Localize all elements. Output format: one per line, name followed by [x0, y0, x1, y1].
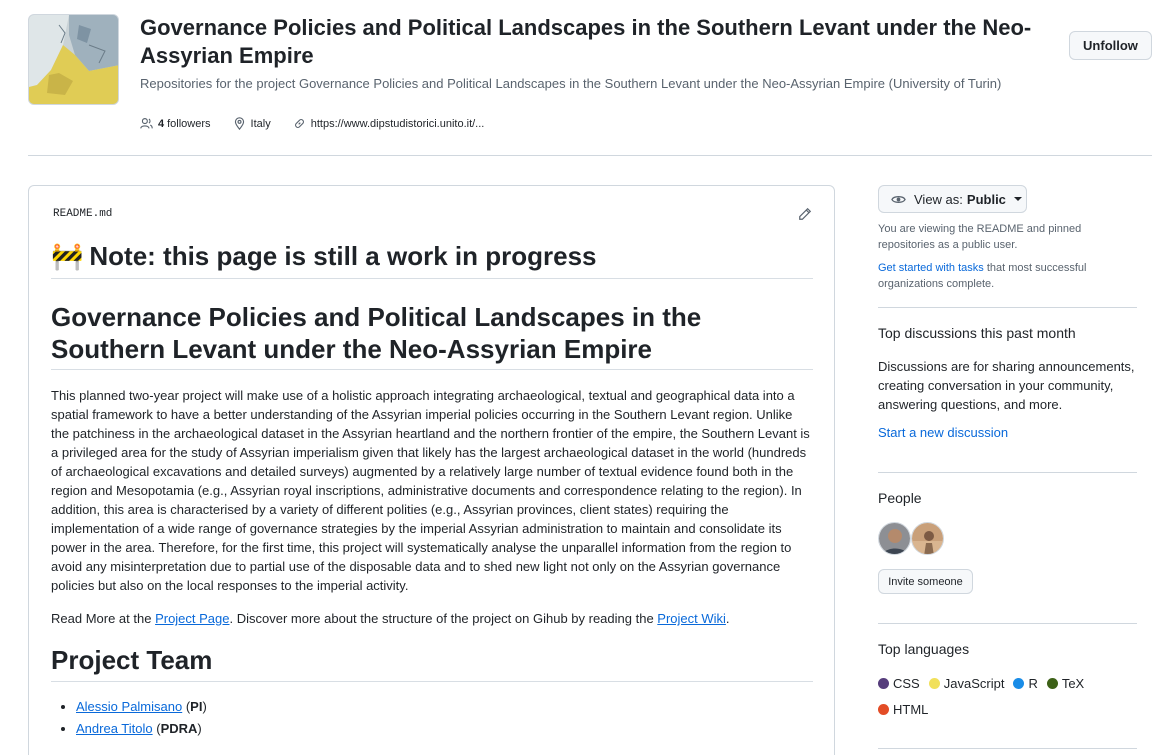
- view-as-value: Public: [966, 191, 1006, 207]
- sidebar-divider: [878, 748, 1137, 749]
- discussions-text: Discussions are for sharing announcement…: [878, 359, 1135, 412]
- chevron-down-icon: [1013, 197, 1022, 201]
- eye-icon: [891, 195, 906, 203]
- language-name: JavaScript: [943, 675, 1005, 691]
- pencil-icon[interactable]: [798, 207, 812, 221]
- language-dot-icon: [1046, 677, 1058, 689]
- followers-count: 4: [158, 117, 165, 130]
- team-member-role: PI: [190, 699, 203, 714]
- construction-icon: 🚧: [51, 241, 84, 271]
- main-heading: Governance Policies and Political Landsc…: [51, 301, 813, 370]
- read-more-suffix: .: [725, 611, 730, 626]
- tasks-note: Get started with tasks that most success…: [878, 260, 1128, 292]
- location-text: Italy: [250, 117, 271, 130]
- project-description: This planned two-year project will make …: [51, 388, 810, 593]
- avatar[interactable]: [911, 522, 944, 555]
- followers-link[interactable]: 4 followers: [140, 117, 211, 130]
- view-note: You are viewing the README and pinned re…: [878, 223, 1082, 251]
- list-item: Andrea Titolo (PDRA): [76, 718, 813, 740]
- languages-heading: Top languages: [878, 641, 970, 657]
- language-name: R: [1028, 675, 1038, 691]
- avatar[interactable]: [878, 522, 911, 555]
- website-link[interactable]: https://www.dipstudistorici.unito.it/...: [293, 117, 485, 130]
- discussions-heading: Top discussions this past month: [878, 325, 1076, 341]
- list-item: Alessio Palmisano (PI): [76, 696, 813, 718]
- unfollow-button[interactable]: Unfollow: [1069, 31, 1152, 60]
- language-dot-icon: [1013, 677, 1025, 689]
- team-list: Alessio Palmisano (PI) Andrea Titolo (PD…: [51, 696, 813, 740]
- read-more-middle: . Discover more about the structure of t…: [229, 611, 658, 626]
- language-item[interactable]: CSS: [878, 674, 920, 692]
- note-heading: 🚧 Note: this page is still a work in pro…: [51, 240, 813, 279]
- team-member-role: PDRA: [160, 721, 198, 736]
- location-icon: [234, 117, 244, 130]
- link-icon: [294, 119, 304, 128]
- people-icon: [140, 118, 153, 129]
- map-image: [29, 15, 118, 104]
- language-dot-icon: [928, 677, 940, 689]
- project-page-link[interactable]: Project Page: [155, 611, 229, 626]
- location: Italy: [233, 117, 271, 130]
- org-description: Repositories for the project Governance …: [140, 76, 1002, 91]
- sidebar-divider: [878, 623, 1137, 624]
- org-title: Governance Policies and Political Landsc…: [140, 15, 1032, 68]
- people-avatars: [878, 522, 944, 555]
- org-avatar: [28, 14, 119, 105]
- view-as-dropdown[interactable]: View as: Public: [878, 185, 1027, 213]
- readme-filename: README.md: [53, 208, 113, 220]
- language-item[interactable]: JavaScript: [928, 674, 1005, 692]
- view-as-prefix: View as:: [914, 191, 963, 207]
- language-item[interactable]: HTML: [878, 700, 1129, 718]
- team-member-link[interactable]: Alessio Palmisano: [76, 699, 182, 714]
- project-wiki-link[interactable]: Project Wiki: [657, 611, 726, 626]
- language-name: HTML: [893, 701, 929, 717]
- org-meta: 4 followers Italy https://www.dipstudist…: [140, 117, 506, 130]
- followers-label: followers: [167, 117, 211, 130]
- sidebar-divider: [878, 307, 1137, 308]
- read-more-line: Read More at the Project Page. Discover …: [51, 609, 813, 628]
- sidebar-divider: [878, 472, 1137, 473]
- header-divider: [28, 155, 1152, 156]
- language-name: CSS: [893, 675, 920, 691]
- languages-list: CSS JavaScript R TeX HTML: [878, 674, 1138, 726]
- language-item[interactable]: TeX: [1046, 674, 1085, 692]
- note-heading-text: Note: this page is still a work in progr…: [89, 241, 597, 271]
- start-discussion-link[interactable]: Start a new discussion: [878, 425, 1008, 440]
- tasks-link[interactable]: Get started with tasks: [878, 262, 984, 274]
- website-text: https://www.dipstudistorici.unito.it/...: [310, 117, 485, 130]
- people-heading: People: [878, 490, 922, 506]
- language-name: TeX: [1061, 675, 1085, 691]
- readme-panel: README.md 🚧 Note: this page is still a w…: [28, 185, 835, 755]
- language-dot-icon: [878, 677, 889, 689]
- read-more-prefix: Read More at the: [51, 611, 156, 626]
- readme-content: 🚧 Note: this page is still a work in pro…: [51, 240, 813, 740]
- language-item[interactable]: R: [1013, 674, 1038, 692]
- invite-someone-button[interactable]: Invite someone: [878, 569, 973, 594]
- team-heading: Project Team: [51, 644, 813, 682]
- team-member-link[interactable]: Andrea Titolo: [76, 721, 153, 736]
- language-dot-icon: [878, 703, 889, 715]
